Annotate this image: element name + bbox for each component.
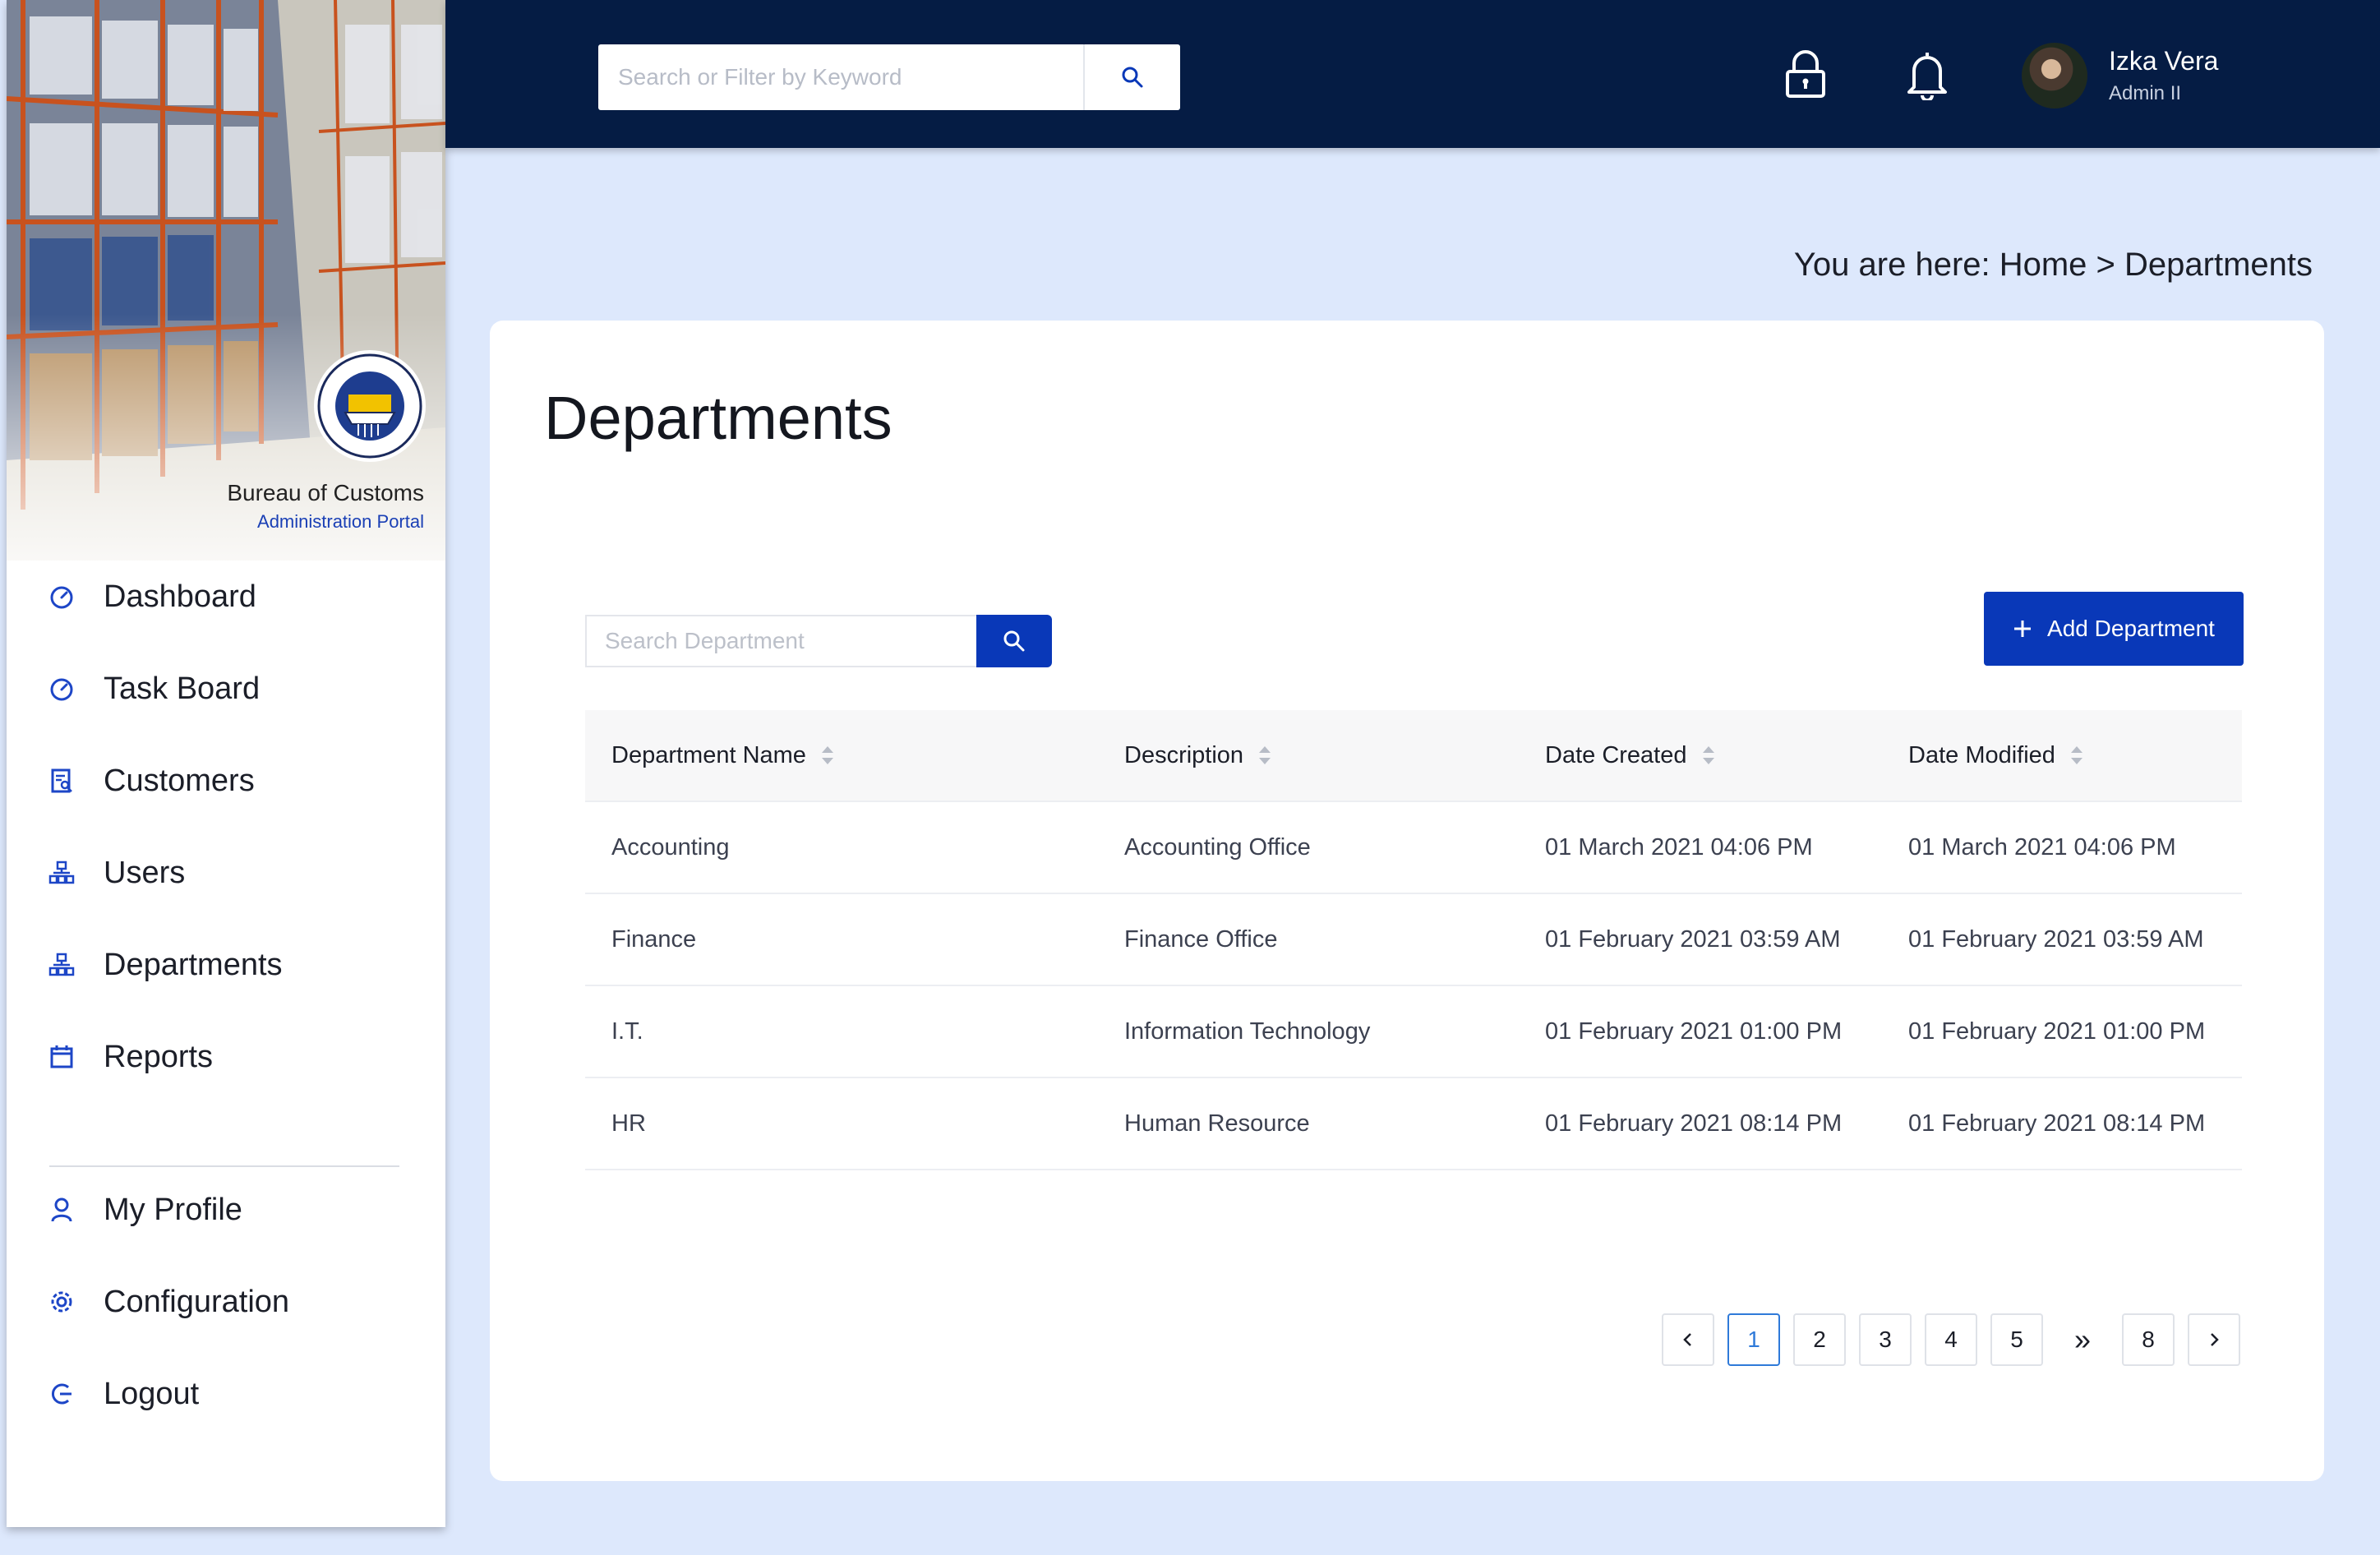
cell-date-modified: 01 March 2021 04:06 PM: [1908, 833, 2176, 861]
sidebar-item-label: Task Board: [104, 671, 261, 706]
lock-button[interactable]: [1778, 48, 1833, 102]
cell-department-name: I.T.: [611, 1017, 643, 1045]
next-page-button[interactable]: [2188, 1313, 2240, 1366]
sidebar-item-label: Users: [104, 855, 186, 890]
org-chart-icon: [48, 859, 76, 887]
plus-icon: [2013, 619, 2032, 639]
cell-description: Finance Office: [1124, 925, 1278, 953]
cell-date-modified: 01 February 2021 01:00 PM: [1908, 1017, 2206, 1045]
table-header: Department Name Description Date Created…: [585, 710, 2242, 802]
table-row[interactable]: I.T. Information Technology 01 February …: [585, 986, 2242, 1078]
sidebar: Bureau of Customs Administration Portal …: [7, 0, 445, 1527]
prev-page-button[interactable]: [1662, 1313, 1714, 1366]
global-search-input[interactable]: [598, 44, 1083, 110]
cell-date-created: 01 February 2021 03:59 AM: [1545, 925, 1841, 953]
department-search-input[interactable]: [585, 615, 976, 667]
org-subtitle: Administration Portal: [257, 511, 424, 532]
document-search-icon: [48, 767, 76, 795]
org-name: Bureau of Customs: [227, 480, 424, 505]
sidebar-item-label: My Profile: [104, 1192, 242, 1227]
page-title: Departments: [544, 384, 892, 452]
page-button-last[interactable]: 8: [2122, 1313, 2175, 1366]
sidebar-item-logout[interactable]: Logout: [48, 1369, 199, 1419]
sidebar-item-task-board[interactable]: Task Board: [48, 664, 260, 713]
column-header-description[interactable]: Description: [1098, 742, 1519, 769]
user-name: Izka Vera: [2109, 46, 2219, 76]
sidebar-item-label: Customers: [104, 763, 255, 798]
sort-icon: [2070, 745, 2083, 766]
avatar[interactable]: [2022, 43, 2087, 108]
sidebar-item-label: Reports: [104, 1039, 214, 1074]
sidebar-item-dashboard[interactable]: Dashboard: [48, 572, 256, 621]
table-row[interactable]: Finance Finance Office 01 February 2021 …: [585, 894, 2242, 986]
cell-description: Human Resource: [1124, 1110, 1310, 1137]
search-icon: [1003, 630, 1025, 652]
table-row[interactable]: Accounting Accounting Office 01 March 20…: [585, 802, 2242, 894]
table-row[interactable]: HR Human Resource 01 February 2021 08:14…: [585, 1078, 2242, 1170]
page-button-1[interactable]: 1: [1727, 1313, 1780, 1366]
top-bar: Izka Vera Admin II: [445, 0, 2380, 148]
cell-date-modified: 01 February 2021 03:59 AM: [1908, 925, 2204, 953]
user-icon: [48, 1196, 76, 1224]
sidebar-item-my-profile[interactable]: My Profile: [48, 1185, 242, 1234]
department-search: [585, 615, 1052, 667]
sort-icon: [821, 745, 834, 766]
sidebar-item-departments[interactable]: Departments: [48, 940, 283, 990]
bell-icon: [1907, 53, 1947, 100]
org-chart-icon: [48, 951, 76, 979]
sidebar-item-reports[interactable]: Reports: [48, 1032, 213, 1082]
chevron-left-icon: [1683, 1333, 1691, 1346]
cell-date-created: 01 February 2021 01:00 PM: [1545, 1017, 1843, 1045]
sort-icon: [1258, 745, 1271, 766]
add-department-label: Add Department: [2047, 616, 2215, 641]
sidebar-item-label: Configuration: [104, 1284, 290, 1319]
calendar-icon: [48, 1043, 76, 1071]
page-button-5[interactable]: 5: [1990, 1313, 2043, 1366]
departments-card: Departments Add Department Department Na…: [490, 321, 2324, 1481]
logout-icon: [48, 1380, 76, 1408]
sidebar-item-customers[interactable]: Customers: [48, 756, 255, 805]
sidebar-item-label: Departments: [104, 947, 283, 982]
cell-date-created: 01 March 2021 04:06 PM: [1545, 833, 1813, 861]
department-search-button[interactable]: [976, 615, 1052, 667]
breadcrumb: You are here: Home > Departments: [1793, 247, 2313, 283]
sidebar-divider: [49, 1165, 399, 1167]
sidebar-item-users[interactable]: Users: [48, 848, 185, 897]
cell-department-name: Accounting: [611, 833, 730, 861]
bureau-seal-logo: [314, 350, 426, 462]
cell-department-name: HR: [611, 1110, 646, 1137]
page-button-4[interactable]: 4: [1925, 1313, 1977, 1366]
page-button-3[interactable]: 3: [1859, 1313, 1912, 1366]
dashboard-icon: [48, 675, 76, 703]
departments-table: Department Name Description Date Created…: [585, 710, 2242, 1170]
dashboard-icon: [48, 583, 76, 611]
column-header-date-modified[interactable]: Date Modified: [1882, 742, 2242, 769]
sort-icon: [1702, 745, 1715, 766]
search-icon: [1122, 67, 1143, 88]
cell-date-modified: 01 February 2021 08:14 PM: [1908, 1110, 2206, 1137]
page-button-2[interactable]: 2: [1793, 1313, 1846, 1366]
add-department-button[interactable]: Add Department: [1984, 592, 2244, 666]
notifications-button[interactable]: [1900, 48, 1954, 102]
column-header-date-created[interactable]: Date Created: [1519, 742, 1882, 769]
global-search-button[interactable]: [1083, 44, 1180, 110]
gear-icon: [48, 1288, 76, 1316]
chevron-right-icon: [2211, 1333, 2219, 1346]
column-header-department-name[interactable]: Department Name: [585, 742, 1098, 769]
cell-department-name: Finance: [611, 925, 697, 953]
cell-description: Information Technology: [1124, 1017, 1371, 1045]
sidebar-item-configuration[interactable]: Configuration: [48, 1277, 289, 1327]
user-role: Admin II: [2109, 82, 2182, 104]
sidebar-hero-image: Bureau of Customs Administration Portal: [7, 0, 445, 561]
cell-date-created: 01 February 2021 08:14 PM: [1545, 1110, 1843, 1137]
sidebar-item-label: Dashboard: [104, 579, 256, 614]
jump-forward-button[interactable]: »: [2056, 1313, 2109, 1366]
lock-icon: [1786, 50, 1825, 98]
cell-description: Accounting Office: [1124, 833, 1311, 861]
global-search: [598, 44, 1180, 110]
sidebar-item-label: Logout: [104, 1376, 200, 1411]
